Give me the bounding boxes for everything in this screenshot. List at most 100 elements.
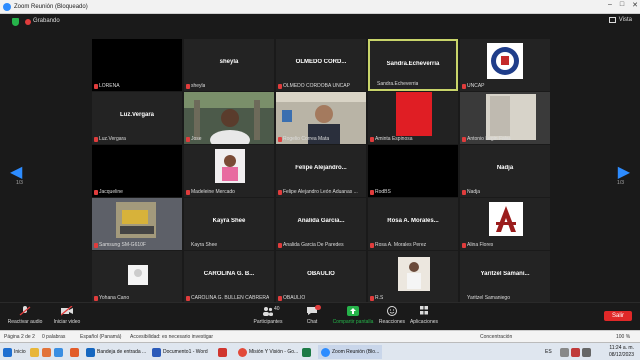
participant-label: Yaritzel Samaniego	[467, 295, 510, 301]
participant-tile[interactable]: Luz.Vergara Luz.Vergara	[92, 92, 182, 144]
participant-name: OLMEDO CORD...	[295, 59, 347, 65]
muted-mic-icon	[278, 84, 282, 89]
muted-mic-icon	[370, 296, 374, 301]
participant-label: Jacqueline	[99, 189, 123, 195]
muted-mic-icon	[94, 296, 98, 301]
participant-tile[interactable]: Madeleine Mercado	[184, 145, 274, 197]
muted-mic-icon	[462, 190, 466, 195]
participant-label: Antonio Legin Falau	[467, 136, 512, 142]
page-indicator-left: 1/3	[16, 180, 23, 186]
participant-tile[interactable]: Yohana Cano	[92, 251, 182, 303]
participant-tile[interactable]: CAROLINA G. B... CAROLINA G. BULLEN CABR…	[184, 251, 274, 303]
participant-tile[interactable]: Antonio Legin Falau	[460, 92, 550, 144]
participant-name: CAROLINA G. B...	[203, 271, 255, 277]
media-icon[interactable]	[54, 345, 63, 359]
participant-tile[interactable]: R.S	[368, 251, 458, 303]
participant-name: Luz.Vergara	[119, 112, 154, 118]
previous-page-icon[interactable]: ◀	[10, 162, 22, 182]
apps-label: Aplicaciones	[409, 319, 439, 325]
grid-view-icon	[608, 17, 616, 23]
participant-tile[interactable]: OBAULIO OBAULIO	[276, 251, 366, 303]
windows-start-icon	[3, 347, 12, 357]
file-explorer-icon[interactable]	[30, 345, 39, 359]
share-screen-icon	[347, 306, 359, 316]
taskbar-item-chrome[interactable]: Misión Y Visión - Go...	[238, 345, 298, 359]
muted-mic-icon	[370, 137, 374, 142]
participant-tile[interactable]: Samsung SM-G610F	[92, 198, 182, 250]
window-titlebar: Zoom Reunión (Bloqueado) – □ ✕	[0, 0, 640, 14]
participant-label: OLMEDO CORDOBA UNCAP	[283, 83, 350, 89]
windows-taskbar: Inicio Bandeja de entrada ... Documento1…	[0, 342, 640, 360]
start-button[interactable]: Inicio	[3, 345, 26, 359]
participant-label: RodBS	[375, 189, 391, 195]
muted-mic-icon	[278, 190, 282, 195]
muted-mic-icon	[278, 243, 282, 248]
participant-label: UNCAP	[467, 83, 485, 89]
participant-tile[interactable]: Analida Garcia... Analida Garcia De Pare…	[276, 198, 366, 250]
zoom-level[interactable]: 100 %	[616, 334, 630, 340]
taskbar-item-zoom[interactable]: Zoom Reunión (Blo...	[318, 345, 383, 359]
clock-time: 11:24 a. m.	[609, 345, 634, 351]
participant-label: OBAULIO	[283, 295, 306, 301]
participants-label: Participantes	[253, 319, 283, 325]
participant-label: Yohana Cano	[99, 295, 130, 301]
participant-tile[interactable]: Felipe Alejandro... Felipe Alejandro Leó…	[276, 145, 366, 197]
muted-mic-icon	[278, 137, 282, 142]
participant-tile[interactable]: sheyla sheyla	[184, 39, 274, 91]
minimize-button[interactable]: –	[608, 1, 612, 9]
apps-button[interactable]: Aplicaciones	[399, 306, 449, 325]
participant-name: Rosa A. Morales...	[387, 218, 439, 224]
participant-tile[interactable]: Rogelio Correa Mata	[276, 92, 366, 144]
tray-icons[interactable]	[560, 345, 591, 359]
browser-icon[interactable]	[42, 345, 51, 359]
participant-label: LORENA	[99, 83, 120, 89]
participant-label: R.S	[375, 295, 384, 301]
active-speaker-tile[interactable]: Sandra.Echeverria Sandra.Echeverria	[368, 39, 458, 91]
participant-tile[interactable]: UNCAP	[460, 39, 550, 91]
taskbar-item-word[interactable]: Documento1 - Word	[152, 345, 208, 359]
start-video-button[interactable]: Iniciar video	[42, 306, 92, 325]
accessibility-status[interactable]: Accesibilidad: es necesario investigar	[130, 334, 213, 340]
wps-icon[interactable]	[218, 345, 227, 359]
next-page-icon[interactable]: ▶	[618, 162, 630, 182]
recording-icon	[25, 19, 31, 25]
participant-tile[interactable]: OLMEDO CORD... OLMEDO CORDOBA UNCAP	[276, 39, 366, 91]
system-clock[interactable]: 11:24 a. m. 08/12/2023	[609, 345, 634, 359]
taskbar-item-label: Bandeja de entrada ...	[97, 349, 147, 355]
participant-tile[interactable]: Nadja Nadja	[460, 145, 550, 197]
word-icon	[152, 347, 161, 357]
participant-tile[interactable]: Alina Flores	[460, 198, 550, 250]
participant-name: Kayra Shee	[212, 218, 246, 224]
participant-tile[interactable]: RodBS	[368, 145, 458, 197]
participant-tile[interactable]: Jose	[184, 92, 274, 144]
muted-mic-icon	[462, 137, 466, 142]
muted-mic-icon	[186, 190, 190, 195]
leave-button[interactable]: Salir	[603, 311, 632, 321]
excel-icon[interactable]	[302, 345, 311, 359]
participant-label: Kayra Shee	[191, 242, 218, 248]
taskbar-item-outlook[interactable]: Bandeja de entrada ...	[86, 345, 146, 359]
participants-count: 40	[274, 306, 280, 312]
participants-button[interactable]: 40 Participantes	[243, 306, 293, 325]
maximize-button[interactable]: □	[620, 1, 624, 9]
participant-tile[interactable]: LORENA	[92, 39, 182, 91]
clock-date: 08/12/2023	[608, 352, 634, 358]
participant-tile[interactable]: Rosa A. Morales... Rosa A. Morales Perez	[368, 198, 458, 250]
participant-tile[interactable]: Aminta Espinosa	[368, 92, 458, 144]
meeting-toolbar: Reactivar audio Iniciar video 40 Partici…	[0, 302, 640, 330]
participant-tile[interactable]: Jacqueline	[92, 145, 182, 197]
close-button[interactable]: ✕	[632, 1, 638, 9]
window-title: Zoom Reunión (Bloqueado)	[14, 3, 88, 10]
view-button[interactable]: Vista	[608, 17, 632, 23]
security-shield-icon[interactable]	[12, 18, 19, 26]
language-indicator[interactable]: Español (Panamá)	[80, 334, 121, 340]
participant-tile[interactable]: Kayra Shee Kayra Shee	[184, 198, 274, 250]
chrome-icon	[238, 347, 247, 357]
firefox-icon[interactable]	[70, 345, 79, 359]
recording-label: Grabando	[33, 18, 60, 24]
focus-mode-button[interactable]: Concentración	[480, 334, 512, 340]
participant-tile[interactable]: Yaritzel Samani... Yaritzel Samaniego	[460, 251, 550, 303]
page-indicator-right: 1/3	[617, 180, 624, 186]
language-tray[interactable]: ES	[545, 345, 552, 359]
reactions-icon	[387, 306, 397, 316]
